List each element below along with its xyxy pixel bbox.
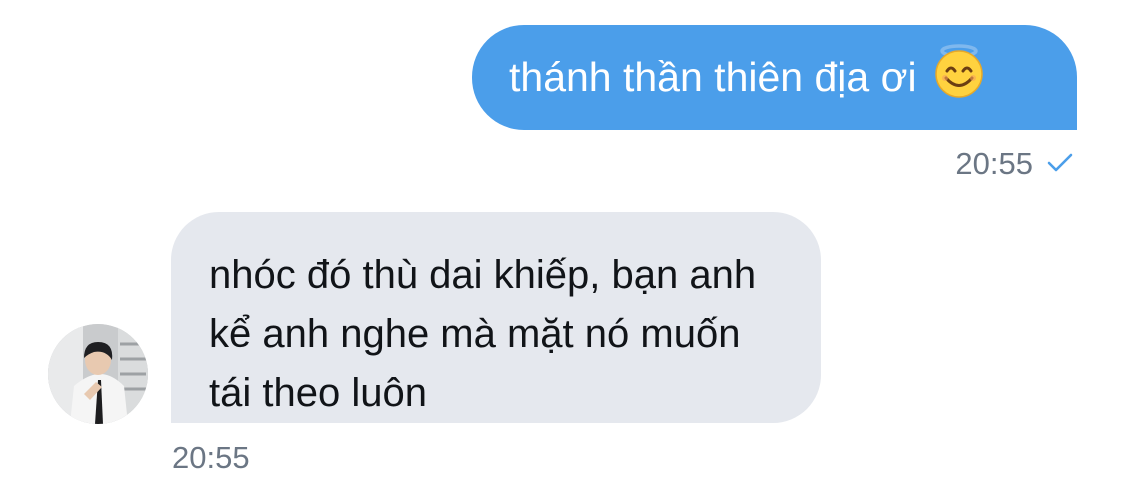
incoming-message-bubble[interactable]: nhóc đó thù dai khiếp, bạn anh kể anh ng… [171, 212, 821, 423]
smiling-face-with-halo-icon [931, 43, 987, 104]
outgoing-message-meta: 20:55 [955, 146, 1073, 182]
avatar[interactable] [48, 324, 148, 424]
outgoing-message-text: thánh thần thiên địa ơi [509, 54, 917, 100]
outgoing-message-time: 20:55 [955, 146, 1033, 181]
incoming-message-time: 20:55 [172, 440, 250, 475]
outgoing-message-bubble[interactable]: thánh thần thiên địa ơi [472, 25, 1077, 130]
incoming-message-text: nhóc đó thù dai khiếp, bạn anh kể anh ng… [209, 253, 757, 415]
checkmark-icon [1047, 146, 1073, 182]
